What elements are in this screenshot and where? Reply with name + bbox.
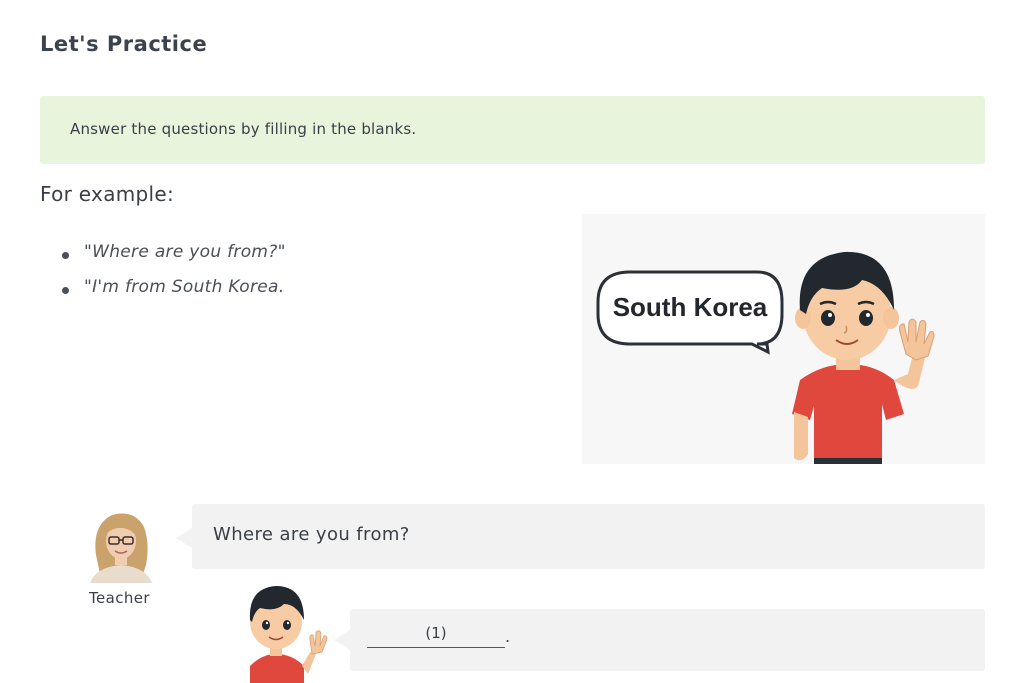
answer-punctuation: . xyxy=(505,627,511,646)
teacher-avatar xyxy=(82,505,160,583)
example-item: "I'm from South Korea. xyxy=(62,277,286,312)
example-item: "Where are you from?" xyxy=(62,242,286,277)
speech-bubble-text: South Korea xyxy=(613,292,768,322)
boy-waving-illustration: South Korea xyxy=(596,251,935,464)
student-answer-bubble: (1) . xyxy=(334,609,985,671)
bullet-icon xyxy=(62,252,69,259)
teacher-name-label: Teacher xyxy=(89,589,150,607)
instruction-banner: Answer the questions by filling in the b… xyxy=(40,96,985,164)
bullet-icon xyxy=(62,287,69,294)
answer-blank-1[interactable]: (1) xyxy=(367,624,505,648)
teacher-speech-bubble: Where are you from? xyxy=(176,504,985,569)
page-title: Let's Practice xyxy=(40,32,208,56)
teacher-question-text: Where are you from? xyxy=(213,524,410,545)
example-heading: For example: xyxy=(40,182,175,206)
teacher-portrait-icon xyxy=(82,505,160,583)
example-list: "Where are you from?" "I'm from South Ko… xyxy=(62,242,286,312)
student-avatar xyxy=(236,582,336,683)
instruction-text: Answer the questions by filling in the b… xyxy=(70,120,417,138)
example-illustration: South Korea xyxy=(582,214,985,464)
boy-waving-icon xyxy=(249,586,328,683)
